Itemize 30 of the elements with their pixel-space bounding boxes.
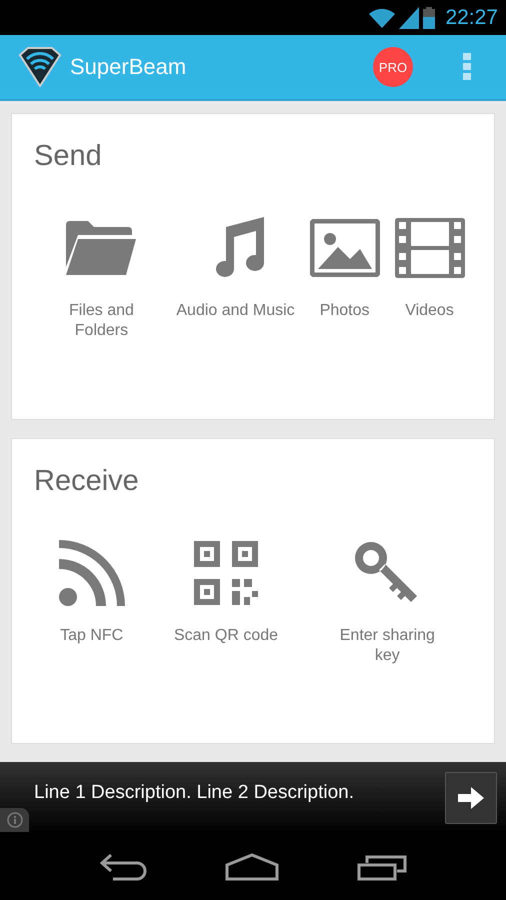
film-strip-icon — [394, 218, 465, 278]
ad-text: Line 1 Description. Line 2 Description. — [34, 782, 356, 804]
share-option[interactable]: Enter sharing key — [327, 538, 448, 666]
ad-arrow-button[interactable] — [445, 772, 497, 824]
section-title: Send — [34, 140, 103, 173]
home-icon[interactable] — [225, 853, 279, 881]
share-option[interactable]: Scan QR code — [174, 538, 278, 666]
clock: 22:27 — [445, 6, 498, 30]
info-icon — [6, 812, 22, 828]
logo-icon — [18, 47, 62, 87]
signal-waves-icon — [58, 540, 125, 606]
share-option[interactable]: Audio and Music — [176, 213, 295, 341]
wifi-icon — [369, 8, 396, 28]
folder-icon — [66, 221, 136, 275]
info-tab[interactable] — [0, 808, 29, 832]
picture-icon — [310, 219, 380, 277]
share-option[interactable]: Files and Folders — [41, 213, 162, 341]
share-option[interactable]: Videos — [394, 213, 465, 341]
key-icon — [355, 542, 420, 604]
signal-icon — [399, 6, 420, 28]
battery-icon — [423, 6, 436, 28]
arrow-icon — [458, 787, 484, 809]
app-title: SuperBeam — [70, 54, 188, 80]
back-icon[interactable] — [99, 853, 147, 881]
section-title: Receive — [34, 464, 140, 498]
share-option[interactable]: Tap NFC — [58, 538, 125, 666]
pro-badge[interactable]: PRO — [373, 47, 413, 87]
qr-code-icon — [194, 540, 258, 604]
recent-apps-icon[interactable] — [357, 853, 407, 881]
share-option[interactable]: Photos — [310, 213, 380, 341]
